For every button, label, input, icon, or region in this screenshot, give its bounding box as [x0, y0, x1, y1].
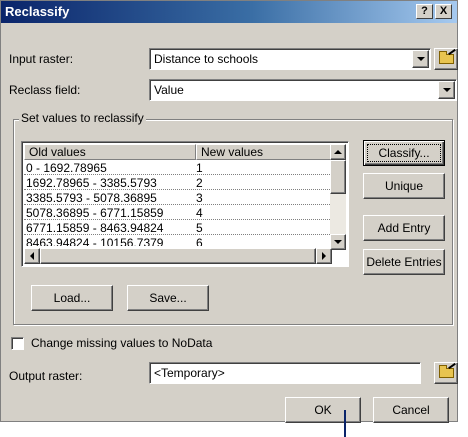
reclass-table-rows: 0 - 1692.78965 1 1692.78965 - 3385.5793 …	[24, 160, 332, 246]
reclass-field-combo[interactable]: Value	[149, 79, 457, 101]
input-raster-browse-button[interactable]	[434, 48, 458, 70]
classify-button[interactable]: Classify...	[363, 140, 445, 166]
table-row[interactable]: 8463.94824 - 10156.7379 6	[24, 235, 332, 246]
new-value-cell[interactable]: 3	[196, 191, 203, 205]
vertical-scroll-thumb[interactable]	[330, 160, 346, 194]
add-entry-button[interactable]: Add Entry	[363, 215, 445, 241]
new-value-cell[interactable]: 4	[196, 206, 203, 220]
open-folder-icon	[439, 365, 454, 378]
old-value-cell[interactable]: 1692.78965 - 3385.5793	[26, 176, 157, 190]
cancel-button-label: Cancel	[392, 403, 430, 417]
scroll-right-icon	[322, 252, 326, 260]
save-button-label: Save...	[149, 291, 187, 305]
table-vertical-scrollbar[interactable]	[330, 144, 346, 250]
new-value-cell[interactable]: 6	[196, 236, 203, 246]
close-button[interactable]: X	[435, 4, 452, 19]
old-value-cell[interactable]: 0 - 1692.78965	[26, 161, 107, 175]
input-raster-combo[interactable]: Distance to schools	[149, 48, 431, 70]
old-value-cell[interactable]: 6771.15859 - 8463.94824	[26, 221, 163, 235]
input-raster-dropdown-button[interactable]	[412, 50, 429, 68]
scroll-left-button[interactable]	[24, 248, 40, 264]
cancel-button[interactable]: Cancel	[373, 397, 449, 423]
unique-button[interactable]: Unique	[363, 173, 445, 199]
help-button[interactable]: ?	[416, 4, 433, 19]
reclass-table[interactable]: Old values New values 0 - 1692.78965 1 1…	[21, 141, 349, 267]
ok-button[interactable]: OK	[285, 397, 361, 423]
old-value-cell[interactable]: 8463.94824 - 10156.7379	[26, 236, 163, 246]
title-bar[interactable]: Reclassify ? X	[1, 1, 457, 23]
new-value-cell[interactable]: 2	[196, 176, 203, 190]
reclass-field-dropdown-button[interactable]	[438, 81, 455, 99]
table-horizontal-scrollbar[interactable]	[24, 248, 332, 264]
open-folder-icon	[439, 51, 454, 64]
column-header-old-values[interactable]: Old values	[24, 144, 196, 160]
delete-entries-button[interactable]: Delete Entries	[363, 249, 445, 275]
add-entry-button-label: Add Entry	[377, 221, 431, 235]
new-value-cell[interactable]: 1	[196, 161, 203, 175]
groupbox-title: Set values to reclassify	[19, 111, 146, 125]
dropdown-arrow-icon	[442, 88, 451, 92]
table-row[interactable]: 3385.5793 - 5078.36895 3	[24, 190, 332, 205]
table-row[interactable]: 6771.15859 - 8463.94824 5	[24, 220, 332, 235]
table-row[interactable]: 0 - 1692.78965 1	[24, 160, 332, 175]
input-raster-label: Input raster:	[9, 52, 74, 66]
close-icon: X	[439, 5, 448, 17]
horizontal-scroll-thumb[interactable]	[40, 248, 316, 264]
load-button[interactable]: Load...	[31, 285, 113, 311]
scroll-right-button[interactable]	[316, 248, 332, 264]
scroll-up-button[interactable]	[330, 144, 346, 160]
delete-entries-button-label: Delete Entries	[366, 255, 442, 269]
dropdown-arrow-icon	[416, 57, 425, 61]
table-row[interactable]: 1692.78965 - 3385.5793 2	[24, 175, 332, 190]
output-raster-label: Output raster:	[9, 369, 83, 383]
new-value-cell[interactable]: 5	[196, 221, 203, 235]
column-header-new-values[interactable]: New values	[196, 144, 332, 160]
unique-button-label: Unique	[384, 179, 424, 193]
classify-button-label: Classify...	[378, 146, 430, 160]
save-button[interactable]: Save...	[127, 285, 209, 311]
input-raster-value: Distance to schools	[154, 52, 259, 66]
scroll-left-icon	[30, 252, 34, 260]
output-raster-field[interactable]: <Temporary>	[149, 362, 421, 384]
reclassify-dialog: Reclassify ? X Input raster: Distance to…	[0, 0, 458, 423]
help-icon: ?	[421, 5, 428, 17]
reclass-field-value: Value	[154, 83, 184, 97]
change-missing-values-checkbox[interactable]	[11, 337, 24, 350]
table-row[interactable]: 5078.36895 - 6771.15859 4	[24, 205, 332, 220]
scroll-up-icon	[334, 150, 342, 154]
load-button-label: Load...	[53, 291, 91, 305]
ok-button-label: OK	[314, 403, 332, 417]
reclass-field-label: Reclass field:	[9, 83, 81, 97]
window-title: Reclassify	[5, 4, 70, 19]
output-raster-value: <Temporary>	[154, 366, 225, 380]
callout-pointer-line	[344, 410, 346, 437]
old-value-cell[interactable]: 5078.36895 - 6771.15859	[26, 206, 163, 220]
change-missing-values-label[interactable]: Change missing values to NoData	[31, 336, 212, 350]
old-value-cell[interactable]: 3385.5793 - 5078.36895	[26, 191, 157, 205]
scroll-down-button[interactable]	[330, 234, 346, 250]
output-raster-browse-button[interactable]	[434, 362, 458, 384]
scroll-down-icon	[334, 240, 342, 244]
